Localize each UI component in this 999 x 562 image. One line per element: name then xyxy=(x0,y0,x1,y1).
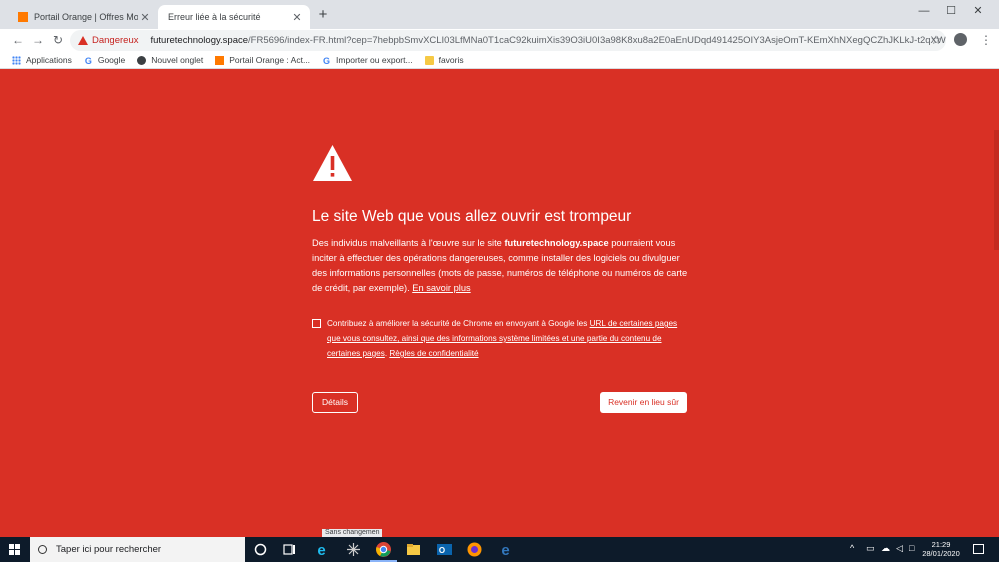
bookmark-label: Portail Orange : Act... xyxy=(229,55,311,65)
page-title: Le site Web que vous allez ouvrir est tr… xyxy=(312,208,632,225)
bookmark-applications[interactable]: Applications xyxy=(12,55,72,65)
edge-icon[interactable]: e xyxy=(497,541,514,558)
language-icon[interactable]: □ xyxy=(909,543,914,553)
volume-icon[interactable]: ◁ xyxy=(896,543,903,554)
bookmark-label: favoris xyxy=(438,55,464,65)
search-placeholder: Taper ici pour rechercher xyxy=(56,544,162,555)
outlook-icon[interactable]: O xyxy=(436,541,453,558)
close-icon[interactable]: ✕ xyxy=(290,11,304,24)
reload-button[interactable]: ↻ xyxy=(50,32,66,48)
bookmark-portail-orange[interactable]: Portail Orange : Act... xyxy=(215,55,310,65)
battery-icon[interactable]: ▭ xyxy=(866,543,875,554)
warning-triangle-icon xyxy=(313,145,352,181)
minimize-button[interactable]: — xyxy=(912,2,936,20)
site-name: futuretechnology.space xyxy=(504,238,609,248)
browser-toolbar: ← → ↻ Dangereux futuretechnology.space /… xyxy=(0,29,999,52)
firefox-icon[interactable] xyxy=(466,541,483,558)
notification-center-icon[interactable] xyxy=(973,544,984,554)
chrome-menu-button[interactable]: ⋮ xyxy=(980,32,992,48)
security-interstitial: Le site Web que vous allez ouvrir est tr… xyxy=(0,70,999,537)
bookmark-new-tab[interactable]: Nouvel onglet xyxy=(137,55,203,65)
tab-strip: Portail Orange | Offres Mobiles, ✕ Erreu… xyxy=(0,0,999,29)
clock-time: 21:29 xyxy=(931,540,951,549)
task-view-icon[interactable] xyxy=(281,541,298,558)
orange-square-icon xyxy=(215,55,225,65)
forward-button[interactable]: → xyxy=(30,32,46,48)
scrollbar[interactable] xyxy=(994,130,999,250)
maximize-button[interactable]: ☐ xyxy=(939,2,963,20)
chevron-up-icon[interactable]: ^ xyxy=(850,543,854,553)
taskbar-search[interactable]: Taper ici pour rechercher xyxy=(30,537,245,562)
file-explorer-icon[interactable] xyxy=(405,541,422,558)
address-bar[interactable]: Dangereux futuretechnology.space /FR5696… xyxy=(70,30,946,51)
new-tab-button[interactable]: + xyxy=(316,6,330,24)
details-button[interactable]: Détails xyxy=(312,392,358,413)
bookmark-label: Applications xyxy=(26,55,72,65)
warning-icon xyxy=(78,36,88,45)
warning-description: Des individus malveillants à l'œuvre sur… xyxy=(312,236,688,296)
search-icon xyxy=(38,545,47,554)
optin-label: Contribuez à améliorer la sécurité de Ch… xyxy=(327,316,689,361)
close-icon[interactable]: ✕ xyxy=(138,11,152,24)
profile-avatar-icon[interactable] xyxy=(954,33,967,46)
bookmark-label: Nouvel onglet xyxy=(151,55,204,65)
svg-text:e: e xyxy=(501,542,509,558)
google-icon: G xyxy=(323,55,331,66)
globe-icon xyxy=(137,55,147,65)
back-to-safety-button[interactable]: Revenir en lieu sûr xyxy=(600,392,687,413)
tab-title: Erreur liée à la sécurité xyxy=(168,12,261,22)
tab-portail-orange[interactable]: Portail Orange | Offres Mobiles, ✕ xyxy=(8,5,158,29)
bookmark-label: Importer ou export... xyxy=(336,55,413,65)
folder-icon xyxy=(424,55,434,65)
url-host: futuretechnology.space xyxy=(150,35,249,46)
chrome-icon[interactable] xyxy=(375,541,392,558)
optin-text: Contribuez à améliorer la sécurité de Ch… xyxy=(327,319,590,328)
ie-icon[interactable]: e xyxy=(313,541,330,558)
learn-more-link[interactable]: En savoir plus xyxy=(412,283,470,293)
bookmark-import-export[interactable]: G Importer ou export... xyxy=(322,55,413,66)
orange-square-icon xyxy=(18,12,28,22)
back-button[interactable]: ← xyxy=(10,32,26,48)
windows-taskbar: Taper ici pour rechercher e O e ^ ▭ ☁ ◁ … xyxy=(0,537,999,562)
description-text: Des individus malveillants à l'œuvre sur… xyxy=(312,238,505,248)
privacy-policy-link[interactable]: Règles de confidentialité xyxy=(389,349,478,358)
bookmark-star-icon[interactable]: ☆ xyxy=(929,32,943,48)
tab-title: Portail Orange | Offres Mobiles, xyxy=(34,12,138,22)
clock-date: 28/01/2020 xyxy=(922,549,960,558)
windows-start-icon[interactable] xyxy=(9,544,20,555)
google-icon: G xyxy=(84,55,92,66)
bookmark-google[interactable]: G Google xyxy=(84,55,126,66)
clock[interactable]: 21:29 28/01/2020 xyxy=(918,540,964,558)
optin-checkbox[interactable] xyxy=(312,319,321,328)
security-label[interactable]: Dangereux xyxy=(92,35,138,46)
close-window-button[interactable]: ✕ xyxy=(966,2,990,20)
url-path: /FR5696/index-FR.html?cep=7hebpbSmvXCLI0… xyxy=(248,35,946,46)
settings-icon[interactable] xyxy=(345,541,362,558)
status-bubble: Sans changemen xyxy=(322,529,383,537)
cortana-icon[interactable] xyxy=(252,541,269,558)
bookmark-favoris-folder[interactable]: favoris xyxy=(424,55,464,65)
cloud-icon[interactable]: ☁ xyxy=(881,543,890,554)
svg-text:e: e xyxy=(317,542,325,558)
tab-security-error[interactable]: Erreur liée à la sécurité ✕ xyxy=(158,5,310,29)
apps-grid-icon xyxy=(12,55,21,65)
bookmark-label: Google xyxy=(97,55,126,65)
svg-text:O: O xyxy=(439,546,445,555)
bookmarks-bar: Applications G Google Nouvel onglet Port… xyxy=(0,52,999,69)
